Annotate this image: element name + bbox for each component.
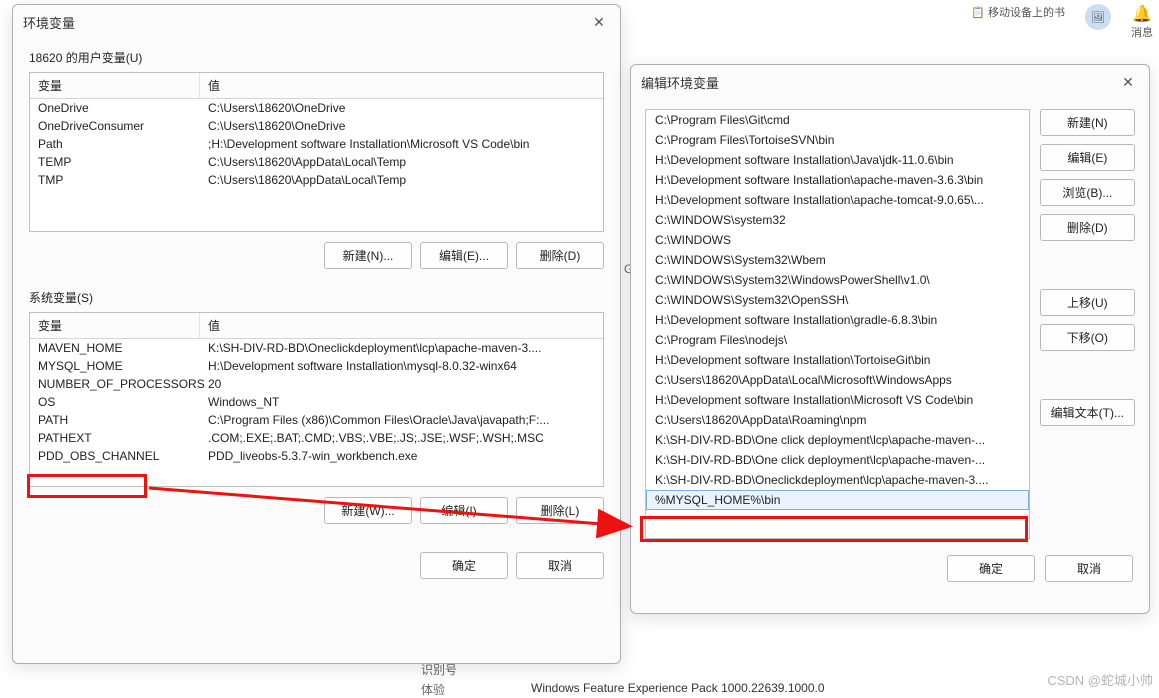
list-item[interactable]: K:\SH-DIV-RD-BD\One click deployment\lcp…	[646, 430, 1029, 450]
sys-vars-label: 系统变量(S)	[13, 279, 620, 312]
dialog-title: 环境变量	[23, 13, 75, 32]
edit-sys-var-button[interactable]: 编辑(I)...	[420, 497, 508, 524]
close-icon[interactable]: ✕	[588, 11, 610, 33]
list-item[interactable]: K:\SH-DIV-RD-BD\Oneclickdeployment\lcp\a…	[646, 470, 1029, 490]
delete-user-var-button[interactable]: 删除(D)	[516, 242, 604, 269]
table-header: 变量值	[30, 313, 603, 339]
table-row[interactable]: TEMPC:\Users\18620\AppData\Local\Temp	[30, 153, 603, 171]
titlebar: 环境变量 ✕	[13, 5, 620, 39]
bg-label-exp: 体验	[421, 681, 445, 698]
table-row[interactable]: OSWindows_NT	[30, 393, 603, 411]
table-header: 变量值	[30, 73, 603, 99]
new-user-var-button[interactable]: 新建(N)...	[324, 242, 412, 269]
list-item[interactable]: C:\WINDOWS\System32\OpenSSH\	[646, 290, 1029, 310]
user-vars-label: 18620 的用户变量(U)	[13, 39, 620, 72]
side-buttons: 新建(N) 编辑(E) 浏览(B)... 删除(D) 上移(U) 下移(O) 编…	[1040, 109, 1135, 539]
list-item[interactable]: %MYSQL_HOME%\bin	[646, 490, 1029, 510]
table-row[interactable]: PATHC:\Program Files (x86)\Common Files\…	[30, 411, 603, 429]
table-row[interactable]: PDD_OBS_CHANNELPDD_liveobs-5.3.7-win_wor…	[30, 447, 603, 465]
notifications[interactable]: 🔔 消息	[1131, 4, 1153, 40]
table-row[interactable]: OneDriveC:\Users\18620\OneDrive	[30, 99, 603, 117]
browser-top-right: 📋 移动设备上的书 🖼 🔔 消息	[965, 0, 1159, 44]
titlebar: 编辑环境变量 ✕	[631, 65, 1149, 99]
table-row[interactable]: MYSQL_HOMEH:\Development software Instal…	[30, 357, 603, 375]
ok-button[interactable]: 确定	[420, 552, 508, 579]
edit-env-var-dialog: 编辑环境变量 ✕ C:\Program Files\Git\cmdC:\Prog…	[630, 64, 1150, 614]
list-item[interactable]: H:\Development software Installation\apa…	[646, 170, 1029, 190]
browse-button[interactable]: 浏览(B)...	[1040, 179, 1135, 206]
table-row[interactable]: Path;H:\Development software Installatio…	[30, 135, 603, 153]
list-item[interactable]: H:\Development software Installation\gra…	[646, 310, 1029, 330]
dialog-title: 编辑环境变量	[641, 73, 719, 92]
list-item[interactable]: H:\Development software Installation\Tor…	[646, 350, 1029, 370]
list-item[interactable]: C:\WINDOWS\System32\WindowsPowerShell\v1…	[646, 270, 1029, 290]
move-up-button[interactable]: 上移(U)	[1040, 289, 1135, 316]
table-row[interactable]: NUMBER_OF_PROCESSORS20	[30, 375, 603, 393]
cancel-button[interactable]: 取消	[516, 552, 604, 579]
table-row[interactable]: MAVEN_HOMEK:\SH-DIV-RD-BD\Oneclickdeploy…	[30, 339, 603, 357]
bookmarks-icon[interactable]: 📋 移动设备上的书	[971, 4, 1065, 20]
new-sys-var-button[interactable]: 新建(W)...	[324, 497, 412, 524]
cancel-button[interactable]: 取消	[1045, 555, 1133, 582]
table-row[interactable]: PATHEXT.COM;.EXE;.BAT;.CMD;.VBS;.VBE;.JS…	[30, 429, 603, 447]
close-icon[interactable]: ✕	[1117, 71, 1139, 93]
new-button[interactable]: 新建(N)	[1040, 109, 1135, 136]
env-vars-dialog: 环境变量 ✕ 18620 的用户变量(U) 变量值 OneDriveC:\Use…	[12, 4, 621, 664]
list-item[interactable]: H:\Development software Installation\Mic…	[646, 390, 1029, 410]
delete-button[interactable]: 删除(D)	[1040, 214, 1135, 241]
list-item[interactable]: C:\WINDOWS\System32\Wbem	[646, 250, 1029, 270]
bg-value-exp: Windows Feature Experience Pack 1000.226…	[531, 681, 825, 695]
ok-button[interactable]: 确定	[947, 555, 1035, 582]
edit-button[interactable]: 编辑(E)	[1040, 144, 1135, 171]
list-item[interactable]: K:\SH-DIV-RD-BD\One click deployment\lcp…	[646, 450, 1029, 470]
list-item[interactable]: C:\WINDOWS	[646, 230, 1029, 250]
table-row[interactable]: OneDriveConsumerC:\Users\18620\OneDrive	[30, 117, 603, 135]
move-down-button[interactable]: 下移(O)	[1040, 324, 1135, 351]
list-item[interactable]: H:\Development software Installation\apa…	[646, 190, 1029, 210]
list-item[interactable]: C:\Users\18620\AppData\Roaming\npm	[646, 410, 1029, 430]
user-vars-table[interactable]: 变量值 OneDriveC:\Users\18620\OneDriveOneDr…	[29, 72, 604, 232]
bell-icon: 🔔	[1131, 4, 1153, 24]
list-item[interactable]: C:\Program Files\Git\cmd	[646, 110, 1029, 130]
list-item[interactable]: H:\Development software Installation\Jav…	[646, 150, 1029, 170]
list-item[interactable]: C:\Users\18620\AppData\Local\Microsoft\W…	[646, 370, 1029, 390]
list-item[interactable]: C:\Program Files\nodejs\	[646, 330, 1029, 350]
list-item[interactable]: C:\Program Files\TortoiseSVN\bin	[646, 130, 1029, 150]
table-row[interactable]: TMPC:\Users\18620\AppData\Local\Temp	[30, 171, 603, 189]
avatar[interactable]: 🖼	[1085, 4, 1111, 30]
list-item[interactable]: C:\WINDOWS\system32	[646, 210, 1029, 230]
sys-vars-table[interactable]: 变量值 MAVEN_HOMEK:\SH-DIV-RD-BD\Oneclickde…	[29, 312, 604, 487]
watermark: CSDN @蛇城小帅	[1047, 670, 1153, 689]
edit-text-button[interactable]: 编辑文本(T)...	[1040, 399, 1135, 426]
delete-sys-var-button[interactable]: 删除(L)	[516, 497, 604, 524]
path-list[interactable]: C:\Program Files\Git\cmdC:\Program Files…	[645, 109, 1030, 539]
edit-user-var-button[interactable]: 编辑(E)...	[420, 242, 508, 269]
